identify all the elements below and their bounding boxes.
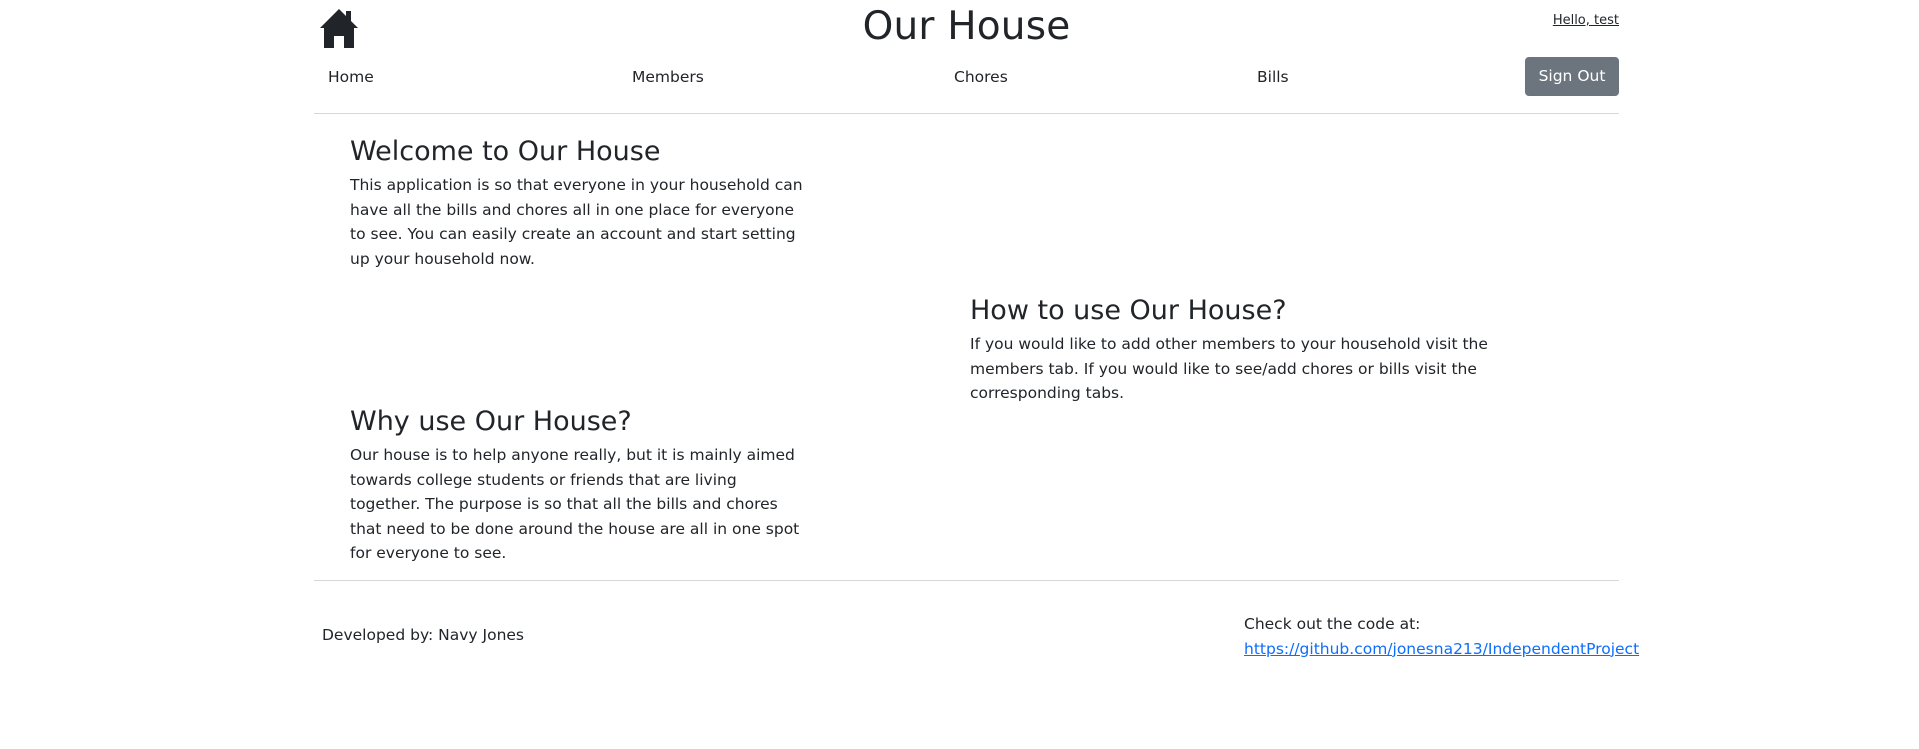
github-link[interactable]: https://github.com/jonesna213/Independen… [1244,640,1639,658]
why-text: Our house is to help anyone really, but … [350,446,800,562]
nav-home[interactable]: Home [328,68,374,86]
welcome-section: Welcome to Our House This application is… [350,135,810,271]
howto-text: If you would like to add other members t… [970,335,1488,402]
code-info: Check out the code at: https://github.co… [1244,612,1639,661]
howto-heading: How to use Our House? [970,295,1287,326]
user-greeting-link[interactable]: Hello, test [1553,13,1619,28]
main-nav: Home Members Chores Bills Sign Out [314,57,1619,97]
nav-chores[interactable]: Chores [954,68,1008,86]
howto-section: How to use Our House? If you would like … [970,294,1535,406]
welcome-heading: Welcome to Our House [350,136,661,167]
sign-out-button[interactable]: Sign Out [1525,57,1619,96]
developer-credit: Developed by: Navy Jones [322,626,524,644]
footer-divider [314,580,1619,581]
nav-bills[interactable]: Bills [1257,68,1289,86]
header-divider [314,113,1619,114]
welcome-text: This application is so that everyone in … [350,176,803,268]
why-section: Why use Our House? Our house is to help … [350,405,810,566]
code-label: Check out the code at: [1244,615,1421,633]
why-heading: Why use Our House? [350,406,632,437]
nav-members[interactable]: Members [632,68,704,86]
site-title: Our House [862,4,1071,49]
